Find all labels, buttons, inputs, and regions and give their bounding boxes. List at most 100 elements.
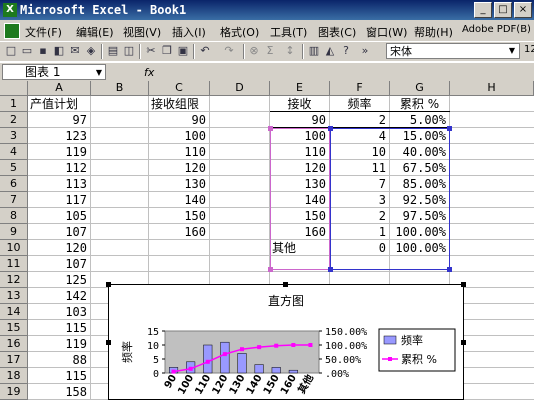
- row-header-17[interactable]: 17: [0, 352, 28, 368]
- fx-icon[interactable]: fx: [144, 66, 154, 79]
- menu-view[interactable]: 视图(V): [123, 24, 161, 40]
- sort-icon[interactable]: ↕: [283, 44, 297, 58]
- cell-a11[interactable]: 107: [28, 256, 90, 272]
- email-icon[interactable]: ✉: [68, 44, 82, 58]
- select-all-corner[interactable]: [0, 81, 28, 96]
- menu-help[interactable]: 帮助(H): [414, 24, 453, 40]
- undo-icon[interactable]: ↶: [198, 44, 212, 58]
- cell-f1[interactable]: 频率: [330, 96, 389, 112]
- cell-g2[interactable]: 5.00%: [390, 112, 449, 128]
- cell-f2[interactable]: 2: [330, 112, 389, 128]
- menu-file[interactable]: 文件(F): [25, 24, 62, 40]
- column-header-c[interactable]: C: [149, 81, 210, 96]
- row-header-7[interactable]: 7: [0, 192, 28, 208]
- cell-a9[interactable]: 107: [28, 224, 90, 240]
- cell-e1[interactable]: 接收: [270, 96, 329, 112]
- column-header-h[interactable]: H: [450, 81, 534, 96]
- cell-a7[interactable]: 117: [28, 192, 90, 208]
- row-header-11[interactable]: 11: [0, 256, 28, 272]
- row-header-12[interactable]: 12: [0, 272, 28, 288]
- cut-icon[interactable]: ✂: [144, 44, 158, 58]
- menu-chart[interactable]: 图表(C): [318, 24, 356, 40]
- excel-app-icon[interactable]: X: [3, 3, 17, 17]
- cell-c1[interactable]: 接收组限: [149, 96, 211, 112]
- menu-format[interactable]: 格式(O): [220, 24, 259, 40]
- row-header-19[interactable]: 19: [0, 384, 28, 400]
- cell-g1[interactable]: 累积 %: [390, 96, 449, 112]
- column-header-a[interactable]: A: [28, 81, 91, 96]
- font-select[interactable]: 宋体 ▼: [386, 43, 520, 59]
- cell-a6[interactable]: 113: [28, 176, 90, 192]
- print-preview-icon[interactable]: ◫: [122, 44, 136, 58]
- cell-a3[interactable]: 123: [28, 128, 90, 144]
- cell-a10[interactable]: 120: [28, 240, 90, 256]
- paste-icon[interactable]: ▣: [176, 44, 190, 58]
- cell-a14[interactable]: 103: [28, 304, 90, 320]
- cell-a13[interactable]: 142: [28, 288, 90, 304]
- menu-adobe-pdf[interactable]: Adobe PDF(B): [462, 24, 531, 35]
- menu-insert[interactable]: 插入(I): [172, 24, 206, 40]
- row-header-14[interactable]: 14: [0, 304, 28, 320]
- row-header-18[interactable]: 18: [0, 368, 28, 384]
- drawing-icon[interactable]: ◭: [323, 44, 337, 58]
- workbook-icon[interactable]: [4, 23, 20, 39]
- chevron-down-icon[interactable]: ▼: [506, 45, 518, 57]
- chart-wizard-icon[interactable]: ▥: [307, 44, 321, 58]
- save-icon[interactable]: ▪: [36, 44, 50, 58]
- row-header-15[interactable]: 15: [0, 320, 28, 336]
- menu-edit[interactable]: 编辑(E): [76, 24, 114, 40]
- more-icon[interactable]: »: [358, 44, 372, 58]
- cell-a8[interactable]: 105: [28, 208, 90, 224]
- column-header-b[interactable]: B: [91, 81, 149, 96]
- copy-icon[interactable]: ❐: [160, 44, 174, 58]
- column-header-g[interactable]: G: [390, 81, 450, 96]
- permission-icon[interactable]: ◧: [52, 44, 66, 58]
- row-header-4[interactable]: 4: [0, 144, 28, 160]
- cell-c3[interactable]: 100: [149, 128, 209, 144]
- open-icon[interactable]: ▭: [20, 44, 34, 58]
- row-header-6[interactable]: 6: [0, 176, 28, 192]
- redo-icon[interactable]: ↷: [222, 44, 236, 58]
- help-icon[interactable]: ?: [339, 44, 353, 58]
- minimize-button[interactable]: _: [474, 2, 492, 18]
- cell-c2[interactable]: 90: [149, 112, 209, 128]
- cell-e2[interactable]: 90: [270, 112, 329, 128]
- row-header-13[interactable]: 13: [0, 288, 28, 304]
- column-header-e[interactable]: E: [270, 81, 330, 96]
- cell-a4[interactable]: 119: [28, 144, 90, 160]
- cell-a1[interactable]: 产值计划: [28, 96, 92, 112]
- cell-a19[interactable]: 158: [28, 384, 90, 400]
- new-icon[interactable]: □: [4, 44, 18, 58]
- font-size[interactable]: 12: [524, 44, 534, 55]
- cell-a2[interactable]: 97: [28, 112, 90, 128]
- maximize-button[interactable]: □: [494, 2, 512, 18]
- cell-c9[interactable]: 160: [149, 224, 209, 240]
- row-header-16[interactable]: 16: [0, 336, 28, 352]
- cell-c8[interactable]: 150: [149, 208, 209, 224]
- menu-window[interactable]: 窗口(W): [366, 24, 407, 40]
- cell-a17[interactable]: 88: [28, 352, 90, 368]
- cell-c4[interactable]: 110: [149, 144, 209, 160]
- cell-c5[interactable]: 120: [149, 160, 209, 176]
- row-header-8[interactable]: 8: [0, 208, 28, 224]
- row-header-10[interactable]: 10: [0, 240, 28, 256]
- column-header-d[interactable]: D: [210, 81, 270, 96]
- cell-a12[interactable]: 125: [28, 272, 90, 288]
- close-button[interactable]: ×: [514, 2, 532, 18]
- row-header-2[interactable]: 2: [0, 112, 28, 128]
- histogram-chart[interactable]: 直方图 频率 15 10 5 0 150.00% 100.00% 50.00% .00% 90 100…: [108, 284, 464, 400]
- name-box[interactable]: 图表 1 ▼: [2, 64, 106, 80]
- column-header-f[interactable]: F: [330, 81, 390, 96]
- cell-a18[interactable]: 115: [28, 368, 90, 384]
- hyperlink-icon[interactable]: ⊗: [247, 44, 261, 58]
- menu-tools[interactable]: 工具(T): [270, 24, 307, 40]
- chevron-down-icon[interactable]: ▼: [96, 65, 102, 80]
- print-icon[interactable]: ▤: [106, 44, 120, 58]
- cell-a5[interactable]: 112: [28, 160, 90, 176]
- cell-c7[interactable]: 140: [149, 192, 209, 208]
- cell-c6[interactable]: 130: [149, 176, 209, 192]
- row-header-9[interactable]: 9: [0, 224, 28, 240]
- row-header-1[interactable]: 1: [0, 96, 28, 112]
- search-icon[interactable]: ◈: [84, 44, 98, 58]
- row-header-5[interactable]: 5: [0, 160, 28, 176]
